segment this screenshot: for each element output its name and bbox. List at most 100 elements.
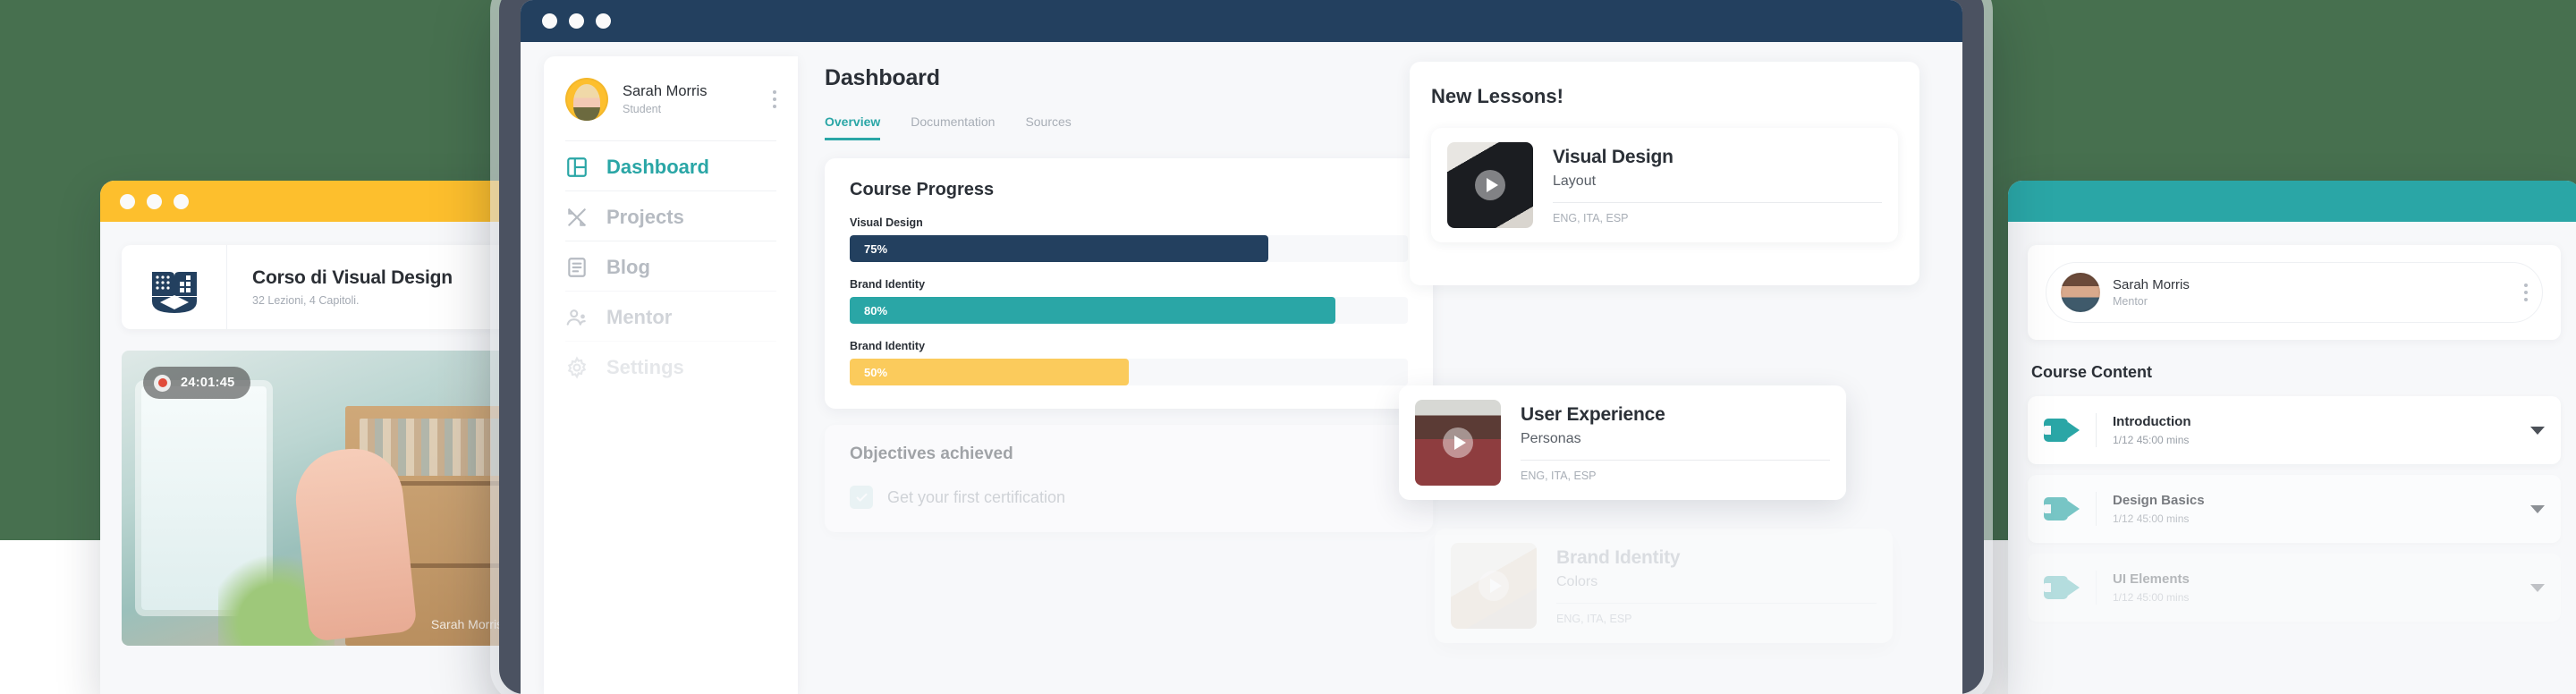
sidebar-item-settings[interactable]: Settings [565, 341, 776, 391]
tab-sources[interactable]: Sources [1025, 114, 1071, 140]
sidebar-item-label: Dashboard [606, 155, 709, 178]
list-item[interactable]: User Experience Personas ENG, ITA, ESP [1399, 385, 1846, 500]
lesson-body: Visual Design Layout ENG, ITA, ESP [1553, 147, 1882, 224]
main-window-body: Sarah Morris Student Dashboard Projects … [521, 42, 1962, 694]
tab-overview[interactable]: Overview [825, 114, 881, 140]
new-lessons-title: New Lessons! [1431, 85, 1563, 107]
mentor-pill[interactable]: Sarah Morris Mentor [2046, 262, 2543, 323]
window-dot-maximize[interactable] [174, 193, 189, 209]
progress-bar-track: 75% [850, 235, 1408, 262]
sidebar-item-mentor[interactable]: Mentor [565, 291, 776, 341]
course-progress-card: Course Progress Visual Design 75% Brand … [825, 158, 1433, 409]
table-row[interactable]: Introduction 1/12 45:00 mins [2028, 396, 2561, 464]
row-divider [2096, 571, 2097, 605]
window-dot-minimize[interactable] [569, 13, 584, 29]
row-divider [2096, 492, 2097, 526]
course-subtitle: 32 Lezioni, 4 Capitoli. [252, 294, 360, 307]
lesson-languages: ENG, ITA, ESP [1521, 469, 1597, 482]
progress-bar-value: 80% [864, 303, 888, 317]
course-title: Corso di Visual Design [252, 267, 453, 288]
recording-time-badge: 24:01:45 [143, 367, 251, 399]
lesson-title: Visual Design [1553, 146, 1674, 167]
check-icon[interactable] [850, 486, 873, 509]
screenshot-stage: Corso di Visual Design 32 Lezioni, 4 Cap… [0, 0, 2576, 694]
video-thumbnail [1451, 543, 1537, 629]
course-progress-title: Course Progress [850, 180, 995, 199]
video-presenter-name: Sarah Morris [430, 617, 504, 631]
play-icon[interactable] [1475, 170, 1505, 200]
chapter-meta: 1/12 45:00 mins [2113, 512, 2190, 525]
video-camera-icon [2044, 576, 2080, 599]
play-icon[interactable] [1479, 571, 1509, 601]
layout-dashboard-icon [565, 156, 589, 179]
chevron-down-icon[interactable] [2530, 426, 2545, 435]
sidebar-user-text: Sarah Morris Student [623, 83, 758, 115]
course-content-window: Sarah Morris Mentor Course Content Intro… [2008, 181, 2576, 694]
sidebar-item-dashboard[interactable]: Dashboard [565, 140, 776, 190]
chapter-meta: 1/12 45:00 mins [2113, 434, 2190, 446]
avatar [2061, 273, 2100, 312]
video-thumbnail [1415, 400, 1501, 486]
table-row[interactable]: UI Elements 1/12 45:00 mins [2028, 554, 2561, 622]
course-logo-cell [122, 245, 227, 329]
kebab-menu-icon[interactable] [773, 90, 776, 108]
open-book-graduation-cap-icon [151, 272, 197, 313]
sidebar-item-blog[interactable]: Blog [565, 241, 776, 291]
progress-bar-label: Brand Identity [850, 340, 926, 352]
sidebar-item-label: Settings [606, 355, 684, 378]
lesson-title: User Experience [1521, 403, 1665, 425]
sidebar-item-projects[interactable]: Projects [565, 190, 776, 241]
people-icon [565, 306, 589, 329]
progress-bar-track: 50% [850, 359, 1408, 385]
list-item[interactable]: Visual Design Layout ENG, ITA, ESP [1431, 128, 1898, 242]
list-item[interactable]: Get your first certification [850, 486, 1408, 509]
chapter-name: Design Basics [2113, 493, 2205, 508]
lesson-subtitle: Personas [1521, 430, 1581, 446]
recording-timestamp: 24:01:45 [181, 376, 235, 390]
row-text: Design Basics 1/12 45:00 mins [2113, 493, 2530, 525]
objectives-title: Objectives achieved [850, 444, 1013, 463]
list-item[interactable]: Brand Identity Colors ENG, ITA, ESP [1435, 529, 1893, 643]
sidebar-user[interactable]: Sarah Morris Student [565, 78, 776, 140]
chevron-down-icon[interactable] [2530, 583, 2545, 592]
window-dot-maximize[interactable] [596, 13, 611, 29]
tab-documentation[interactable]: Documentation [911, 114, 995, 140]
divider [1521, 459, 1830, 461]
lesson-languages: ENG, ITA, ESP [1556, 612, 1632, 625]
user-role: Student [623, 103, 662, 115]
lesson-languages: ENG, ITA, ESP [1553, 211, 1629, 224]
lesson-subtitle: Colors [1556, 573, 1598, 589]
table-row[interactable]: Design Basics 1/12 45:00 mins [2028, 475, 2561, 543]
record-dot-icon [154, 374, 171, 392]
chevron-down-icon[interactable] [2530, 504, 2545, 513]
lesson-title: Brand Identity [1556, 546, 1681, 568]
pen-ruler-icon [565, 206, 589, 229]
window-dot-close[interactable] [542, 13, 557, 29]
divider [1553, 201, 1882, 203]
video-camera-icon [2044, 497, 2080, 520]
objectives-card: Objectives achieved Get your first certi… [825, 425, 1433, 532]
avatar [565, 78, 608, 121]
mentor-text: Sarah Morris Mentor [2113, 277, 2512, 308]
row-divider [2096, 413, 2097, 447]
progress-bar-track: 80% [850, 297, 1408, 324]
lesson-body: User Experience Personas ENG, ITA, ESP [1521, 404, 1830, 482]
sidebar-item-label: Projects [606, 205, 684, 228]
kebab-menu-icon[interactable] [2524, 284, 2528, 301]
window-dot-close[interactable] [120, 193, 135, 209]
play-icon[interactable] [1443, 427, 1473, 458]
progress-bar-fill: 75% [850, 235, 1268, 262]
divider [1556, 602, 1877, 604]
progress-bar-value: 50% [864, 365, 888, 379]
gear-icon [565, 355, 589, 379]
lesson-body: Brand Identity Colors ENG, ITA, ESP [1556, 547, 1877, 625]
right-window-body: Sarah Morris Mentor Course Content Intro… [2008, 222, 2576, 622]
video-camera-icon [2044, 419, 2080, 442]
progress-bar-fill: 50% [850, 359, 1129, 385]
window-dot-minimize[interactable] [147, 193, 162, 209]
new-lessons-panel: New Lessons! Visual Design Layout ENG, I… [1410, 62, 1919, 285]
user-name: Sarah Morris [623, 83, 708, 99]
dashboard-window: Sarah Morris Student Dashboard Projects … [521, 0, 1962, 694]
row-text: Introduction 1/12 45:00 mins [2113, 414, 2530, 446]
chapter-name: Introduction [2113, 414, 2191, 429]
